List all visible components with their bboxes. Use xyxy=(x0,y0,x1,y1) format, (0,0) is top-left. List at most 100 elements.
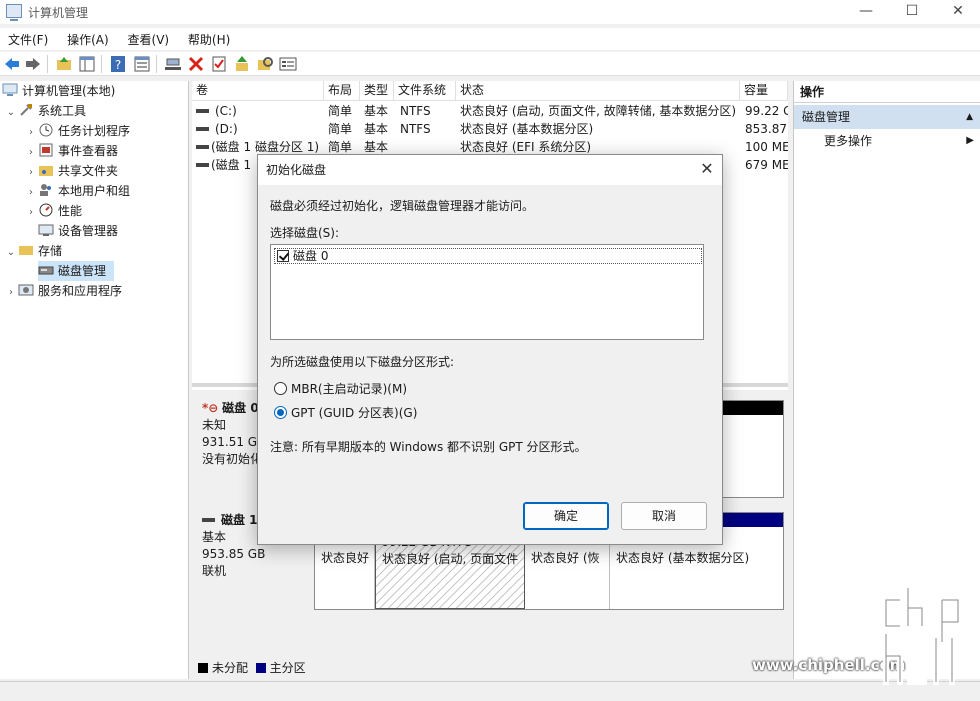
computer-management-icon xyxy=(6,4,22,21)
chevron-right-icon[interactable]: › xyxy=(24,163,38,183)
checklist-icon[interactable] xyxy=(210,55,228,73)
chiphell-logo xyxy=(883,586,961,685)
partition-status: 状态良好 xyxy=(321,551,370,565)
chevron-right-icon[interactable]: › xyxy=(24,183,38,203)
title-bar: 计算机管理 — ☐ ✕ xyxy=(0,0,980,24)
tree-item-shared-folders[interactable]: › 共享文件夹 xyxy=(24,161,118,181)
cancel-button[interactable]: 取消 xyxy=(621,502,707,530)
legend: 未分配 主分区 xyxy=(198,659,306,676)
column-header-type[interactable]: 类型 xyxy=(360,81,394,101)
tree-item-services-apps[interactable]: › 服务和应用程序 xyxy=(4,281,122,301)
event-log-icon xyxy=(39,143,53,157)
search-folder-icon[interactable] xyxy=(256,55,274,73)
collapse-up-icon[interactable]: ▲ xyxy=(966,105,973,129)
users-icon xyxy=(40,184,51,196)
tree-item-performance[interactable]: › 性能 xyxy=(24,201,82,221)
gpt-radio[interactable] xyxy=(274,406,287,419)
dialog-message: 磁盘必须经过初始化，逻辑磁盘管理器才能访问。 xyxy=(270,199,535,213)
disk-checkbox[interactable] xyxy=(277,250,289,262)
tree-item-task-scheduler[interactable]: › 任务计划程序 xyxy=(24,121,130,141)
disk-item-label: 磁盘 0 xyxy=(293,249,329,263)
disk-size: 953.85 GB xyxy=(202,547,266,561)
connect-icon[interactable] xyxy=(164,55,182,73)
filesystem-cell: NTFS xyxy=(400,104,431,118)
initialize-disk-dialog: 初始化磁盘 ✕ 磁盘必须经过初始化，逻辑磁盘管理器才能访问。 选择磁盘(S): … xyxy=(257,154,723,545)
tree-label: 系统工具 xyxy=(38,104,87,118)
tree-item-device-manager[interactable]: 设备管理器 xyxy=(38,221,118,241)
status-cell: 状态良好 (启动, 页面文件, 故障转储, 基本数据分区) xyxy=(460,104,737,118)
legend-unallocated: 未分配 xyxy=(212,661,249,675)
chevron-right-icon[interactable]: › xyxy=(24,123,38,143)
toolbar: ? xyxy=(0,52,980,76)
menu-bar: 文件(F) 操作(A) 查看(V) 帮助(H) xyxy=(0,28,980,50)
tree-item-computer-management[interactable]: 计算机管理(本地) xyxy=(2,81,115,101)
disk-status: 联机 xyxy=(202,564,227,578)
chevron-down-icon[interactable]: ⌄ xyxy=(4,103,18,123)
mbr-label: MBR(主启动记录)(M) xyxy=(291,382,408,396)
tree-item-system-tools[interactable]: ⌄ 系统工具 xyxy=(4,101,86,121)
table-row[interactable]: (D:) 简单 基本 NTFS 状态良好 (基本数据分区) 853.87 xyxy=(192,120,788,138)
filesystem-cell: NTFS xyxy=(400,122,431,136)
chevron-right-icon: ▶ xyxy=(966,135,974,146)
select-disk-label: 选择磁盘(S): xyxy=(270,226,340,240)
chevron-down-icon[interactable]: ⌄ xyxy=(4,243,18,263)
table-row[interactable]: (C:) 简单 基本 NTFS 状态良好 (启动, 页面文件, 故障转储, 基本… xyxy=(192,102,788,120)
menu-view[interactable]: 查看(V) xyxy=(120,28,177,48)
actions-section-disk-management[interactable]: 磁盘管理 ▲ xyxy=(794,105,980,129)
mbr-option[interactable]: MBR(主启动记录)(M) xyxy=(274,381,407,397)
section-label: 磁盘管理 xyxy=(802,110,851,124)
toolbar-separator xyxy=(156,55,157,73)
volume-name: (磁盘 1 xyxy=(211,158,252,172)
more-actions-item[interactable]: 更多操作 ▶ xyxy=(824,131,974,151)
back-arrow-icon[interactable] xyxy=(3,55,21,73)
properties-view-icon[interactable] xyxy=(133,55,151,73)
show-hide-tree-icon[interactable] xyxy=(78,55,96,73)
mbr-radio[interactable] xyxy=(274,382,287,395)
forward-arrow-icon[interactable] xyxy=(24,55,42,73)
tree-item-local-users[interactable]: › 本地用户和组 xyxy=(24,181,130,201)
console-icon[interactable] xyxy=(279,55,297,73)
close-icon[interactable]: ✕ xyxy=(692,155,722,185)
dialog-title: 初始化磁盘 xyxy=(266,163,327,177)
close-button[interactable]: ✕ xyxy=(935,0,980,24)
menu-help[interactable]: 帮助(H) xyxy=(180,28,237,48)
column-header-volume[interactable]: 卷 xyxy=(192,81,324,101)
import-icon[interactable] xyxy=(233,55,251,73)
layout-cell: 简单 xyxy=(328,122,353,136)
disk-name: 磁盘 1 xyxy=(221,513,258,527)
ok-button[interactable]: 确定 xyxy=(523,502,609,530)
drive-icon xyxy=(196,109,209,113)
menu-file[interactable]: 文件(F) xyxy=(0,28,55,48)
computer-icon xyxy=(2,83,18,96)
status-cell: 状态良好 (基本数据分区) xyxy=(460,122,594,136)
tree-item-event-viewer[interactable]: › 事件查看器 xyxy=(24,141,118,161)
up-folder-icon[interactable] xyxy=(55,55,73,73)
disk-icon xyxy=(202,518,215,522)
disk-list-item[interactable]: 磁盘 0 xyxy=(274,248,702,264)
column-header-capacity[interactable]: 容量 xyxy=(740,81,788,101)
type-cell: 基本 xyxy=(364,104,389,118)
column-header-status[interactable]: 状态 xyxy=(456,81,740,101)
chevron-right-icon[interactable]: › xyxy=(24,143,38,163)
capacity-cell: 100 ME xyxy=(745,140,788,154)
disk-select-list[interactable]: 磁盘 0 xyxy=(270,244,704,340)
column-header-filesystem[interactable]: 文件系统 xyxy=(394,81,456,101)
maximize-button[interactable]: ☐ xyxy=(889,0,935,24)
tree-item-disk-management[interactable]: 磁盘管理 xyxy=(38,261,114,281)
capacity-cell: 679 ME xyxy=(745,158,788,172)
gpt-option[interactable]: GPT (GUID 分区表)(G) xyxy=(274,405,417,421)
partition-status: 状态良好 (基本数据分区) xyxy=(616,551,750,565)
menu-action[interactable]: 操作(A) xyxy=(59,28,116,48)
chevron-right-icon[interactable]: › xyxy=(24,203,38,223)
tree-label: 任务计划程序 xyxy=(58,124,131,138)
legend-swatch-primary xyxy=(255,663,266,673)
help-icon[interactable]: ? xyxy=(109,55,127,73)
chevron-right-icon[interactable]: › xyxy=(4,283,18,303)
column-header-layout[interactable]: 布局 xyxy=(324,81,360,101)
gpt-note: 注意: 所有早期版本的 Windows 都不识别 GPT 分区形式。 xyxy=(270,440,587,454)
tree-label: 性能 xyxy=(58,204,83,218)
minimize-button[interactable]: — xyxy=(843,0,889,24)
delete-icon[interactable] xyxy=(187,55,205,73)
tree-item-storage[interactable]: ⌄ 存储 xyxy=(4,241,62,261)
tree-label: 服务和应用程序 xyxy=(38,284,123,298)
